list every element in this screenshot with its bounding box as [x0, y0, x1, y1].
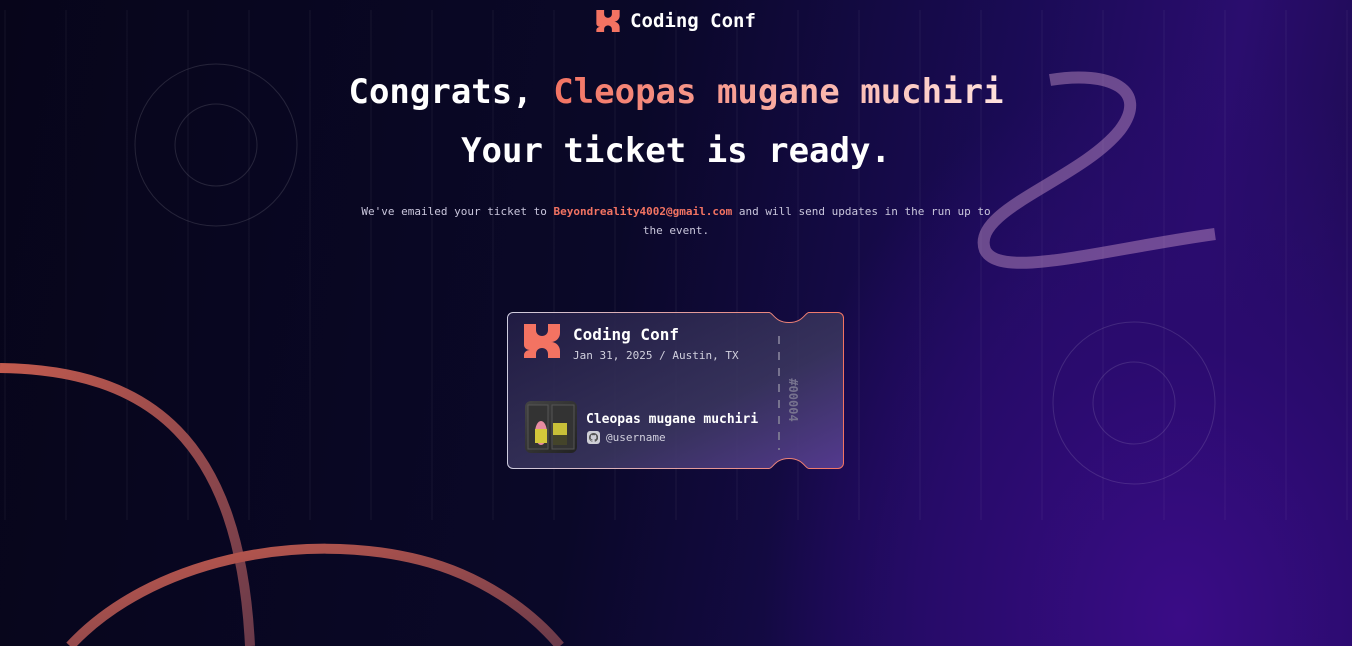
- coding-conf-logo-icon: [596, 10, 620, 32]
- ticket-logo-icon: [524, 324, 560, 358]
- ticket-date-location: Jan 31, 2025 / Austin, TX: [573, 349, 739, 362]
- circle-pattern-right: [1052, 321, 1216, 485]
- header: Coding Conf: [0, 10, 1352, 32]
- page-subtitle: Your ticket is ready.: [461, 131, 891, 171]
- page-title: Congrats, Cleopas mugane muchiri: [0, 70, 1352, 114]
- github-handle: @username: [587, 431, 666, 444]
- github-icon: [587, 431, 600, 444]
- ticket-number: #00004: [786, 378, 800, 422]
- message-text: We've emailed your ticket to: [361, 205, 547, 218]
- ticket-attendee-name: Cleopas mugane muchiri: [586, 412, 759, 427]
- attendee-name: Cleopas mugane muchiri: [553, 72, 1004, 112]
- email-address: Beyondreality4002@gmail.com: [553, 205, 733, 218]
- confirmation-message: We've emailed your ticket to Beyondreali…: [356, 202, 996, 240]
- brand-title: Coding Conf: [630, 10, 756, 32]
- avatar: [525, 401, 577, 453]
- ticket-title: Coding Conf: [573, 325, 679, 344]
- ticket-card: Coding Conf Jan 31, 2025 / Austin, TX Cl…: [507, 312, 844, 469]
- github-username: @username: [606, 431, 666, 444]
- congrats-text: Congrats,: [348, 72, 533, 112]
